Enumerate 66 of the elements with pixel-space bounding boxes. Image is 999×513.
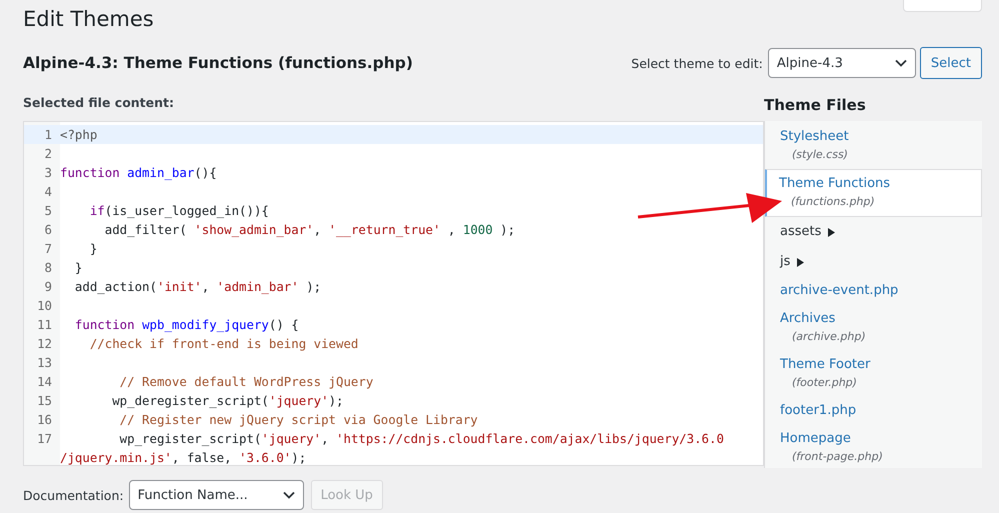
code-editor[interactable] — [23, 121, 764, 466]
file-item[interactable]: footer1.php — [765, 397, 982, 425]
line-number: 2 — [44, 145, 53, 163]
line-number: 11 — [36, 316, 53, 334]
line-number: 12 — [36, 335, 53, 353]
expand-triangle-icon — [797, 258, 804, 266]
documentation-label: Documentation: — [23, 488, 124, 502]
file-item[interactable]: Homepage (front-page.php) — [765, 425, 982, 468]
file-name: (footer.php) — [791, 375, 858, 391]
code-line: /jquery.min.js', false, '3.6.0'); — [60, 449, 306, 465]
file-name: (functions.php) — [790, 194, 876, 210]
file-item[interactable]: Theme Footer (footer.php) — [765, 351, 982, 397]
line-number: 10 — [36, 297, 53, 315]
chevron-icon — [282, 491, 295, 499]
line-number: 16 — [36, 411, 53, 429]
code-line: //check if front-end is being viewed — [88, 335, 358, 353]
code-line: if(is_user_logged_in()){ — [88, 202, 269, 220]
theme-select-label: Select theme to edit: — [631, 56, 763, 70]
file-name: (style.css) — [791, 147, 849, 163]
code-line: wp_register_script('jquery', 'https://cdnjs.cloudflare.com/ajax/libs/jquery/3.6.0 — [118, 430, 724, 448]
file-title: Theme Functions — [779, 175, 892, 193]
file-name: (archive.php) — [791, 329, 867, 345]
line-number: 9 — [44, 278, 53, 296]
file-heading: Alpine-4.3: Theme Functions (functions.php) — [23, 54, 413, 72]
file-title: Stylesheet — [780, 128, 850, 146]
code-line: // Remove default WordPress jQuery — [118, 373, 374, 391]
expand-triangle-icon — [828, 228, 836, 236]
line-number: 6 — [44, 221, 53, 239]
select-button[interactable]: Select — [920, 47, 982, 79]
line-number: 8 — [44, 259, 53, 277]
code-line: } — [74, 259, 82, 277]
theme-dropdown[interactable]: Alpine-4.3 — [768, 48, 916, 78]
file-item[interactable]: Theme Functions (functions.php) — [765, 169, 982, 217]
code-line: } — [88, 240, 98, 258]
line-number: 3 — [44, 164, 53, 182]
file-title: archive-event.php — [780, 282, 900, 300]
file-item[interactable]: Stylesheet (style.css) — [765, 123, 982, 169]
folder-item[interactable]: assets — [765, 217, 982, 247]
file-title: Archives — [780, 310, 836, 328]
file-item[interactable]: archive-event.php — [765, 277, 982, 305]
code-line: add_filter( 'show_admin_bar', '__return_true' , 1000 ); — [104, 221, 516, 239]
file-title: footer1.php — [780, 402, 858, 420]
code-line: add_action('init', 'admin_bar' ); — [74, 278, 322, 296]
code-line: function wpb_modify_jquery() { — [74, 316, 299, 334]
line-number: 1 — [44, 126, 53, 144]
file-title: Homepage — [780, 430, 852, 448]
line-number: 14 — [36, 373, 53, 391]
code-line: <?php — [60, 126, 98, 144]
page-title: Edit Themes — [23, 6, 154, 33]
theme-files-heading: Theme Files — [764, 95, 867, 115]
line-number: 4 — [44, 183, 53, 201]
code-line: // Register new jQuery script via Google Library — [118, 411, 478, 429]
file-title: Theme Footer — [780, 356, 872, 374]
line-number: 5 — [44, 202, 53, 220]
file-item[interactable]: Archives (archive.php) — [765, 305, 982, 351]
code-line: function admin_bar(){ — [60, 164, 217, 182]
line-number: 15 — [36, 392, 53, 410]
editor-label: Selected file content: — [23, 95, 176, 112]
line-number: 7 — [44, 240, 53, 258]
function-name-dropdown[interactable]: Function Name... — [128, 480, 304, 510]
code-line: wp_deregister_script('jquery'); — [111, 392, 344, 410]
chevron-icon — [894, 59, 907, 67]
line-number: 13 — [36, 354, 53, 372]
folder-item[interactable]: js — [765, 247, 982, 277]
line-number: 17 — [36, 430, 53, 448]
file-name: (front-page.php) — [791, 449, 884, 465]
